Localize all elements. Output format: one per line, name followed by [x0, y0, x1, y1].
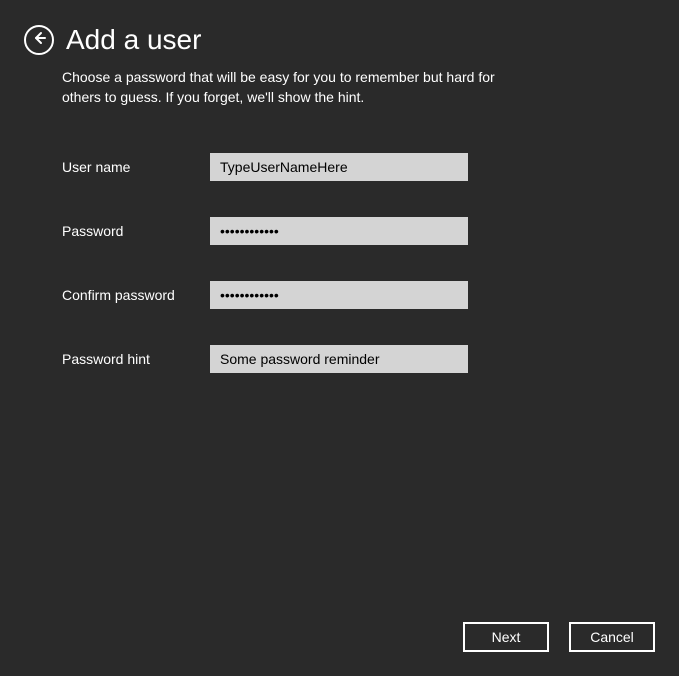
username-row: User name	[62, 153, 617, 181]
confirm-password-row: Confirm password	[62, 281, 617, 309]
username-label: User name	[62, 159, 210, 175]
password-hint-label: Password hint	[62, 351, 210, 367]
username-input[interactable]	[210, 153, 468, 181]
confirm-password-label: Confirm password	[62, 287, 210, 303]
cancel-button[interactable]: Cancel	[569, 622, 655, 652]
page-title: Add a user	[66, 24, 201, 56]
password-row: Password	[62, 217, 617, 245]
password-label: Password	[62, 223, 210, 239]
password-input[interactable]	[210, 217, 468, 245]
back-button[interactable]	[24, 25, 54, 55]
page-header: Add a user	[0, 0, 679, 64]
footer-actions: Next Cancel	[463, 622, 655, 652]
page-description: Choose a password that will be easy for …	[0, 64, 590, 107]
back-arrow-icon	[31, 30, 47, 51]
user-form: User name Password Confirm password Pass…	[0, 107, 679, 373]
password-hint-input[interactable]	[210, 345, 468, 373]
password-hint-row: Password hint	[62, 345, 617, 373]
confirm-password-input[interactable]	[210, 281, 468, 309]
next-button[interactable]: Next	[463, 622, 549, 652]
